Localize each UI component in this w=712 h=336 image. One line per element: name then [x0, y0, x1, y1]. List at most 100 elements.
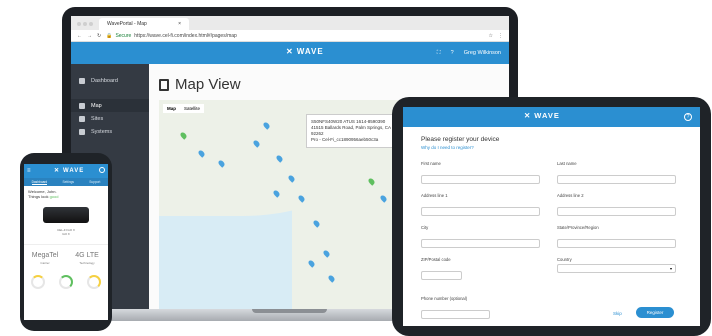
state-field[interactable] [557, 239, 676, 248]
pin-icon [79, 115, 85, 122]
tab-support[interactable]: Support [89, 180, 100, 184]
first-name-field[interactable] [421, 175, 540, 184]
wave-x-icon: ✕ [524, 111, 532, 120]
hamburger-menu-icon[interactable]: ≡ [27, 168, 31, 174]
phone-device: ≡ ✕ WAVE Dashboard Settings Support Welc… [20, 153, 112, 331]
tab-settings[interactable]: Settings [62, 180, 74, 184]
address2-label: Address line 2 [557, 193, 584, 198]
address1-field[interactable] [421, 207, 540, 216]
zip-label: ZIP/Postal code [421, 257, 451, 262]
browser-tab[interactable]: WavePortal - Map × [99, 18, 189, 30]
first-name-label: First name [421, 161, 441, 166]
technology-value: 4G LTE [75, 252, 99, 259]
sidebar-label: Sites [91, 115, 104, 122]
star-icon[interactable]: ☆ [489, 33, 493, 39]
carrier-stat: MegaTel Carrier [25, 252, 65, 265]
fullscreen-icon[interactable]: ⛶ [437, 50, 441, 57]
dashboard-icon [79, 77, 85, 84]
chevron-down-icon: ▾ [669, 266, 672, 271]
browser-toolbar: ← → ↻ 🔒 Secure https://wave.cel-fi.com/i… [71, 30, 509, 42]
user-menu[interactable]: Greg Wilkinson [464, 50, 501, 56]
city-label: City [421, 225, 429, 230]
forward-icon[interactable]: → [87, 33, 92, 39]
map-view-icon [159, 78, 169, 91]
help-icon[interactable]: ? [451, 50, 454, 56]
menu-dots-icon[interactable]: ⋮ [498, 33, 503, 39]
close-tab-icon[interactable]: × [178, 21, 181, 27]
page-title: Map View [159, 76, 499, 93]
status-prefix: Things look [28, 194, 50, 199]
country-select[interactable]: ▾ [557, 264, 676, 273]
window-controls[interactable] [77, 22, 93, 26]
battery-ring [87, 275, 101, 289]
status-line: Things look good [28, 194, 104, 199]
welcome-message: Welcome, John. Things look good [24, 186, 108, 202]
carrier-value: MegaTel [31, 252, 59, 259]
tablet-device: ✕ WAVE ? Please register your device Why… [392, 97, 711, 336]
sidebar-item-dashboard[interactable]: Dashboard [71, 74, 149, 87]
wave-logo[interactable]: ✕ WAVE [286, 47, 324, 56]
back-icon[interactable]: ← [77, 33, 82, 39]
lock-icon: 🔒 [106, 32, 113, 39]
wave-logo[interactable]: ✕ WAVE [524, 111, 560, 120]
logo-text: WAVE [63, 167, 85, 174]
reload-icon[interactable]: ↻ [97, 33, 101, 39]
country-label: Country [557, 257, 572, 262]
wave-x-icon: ✕ [54, 168, 61, 174]
wave-x-icon: ✕ [286, 47, 294, 56]
zip-field[interactable] [421, 271, 462, 280]
address2-field[interactable] [557, 207, 676, 216]
sidebar-label: Map [91, 102, 102, 109]
tab-dashboard[interactable]: Dashboard [31, 180, 48, 185]
address1-label: Address line 1 [421, 193, 448, 198]
state-label: State/Province/Region [557, 225, 599, 230]
logo-text: WAVE [296, 47, 324, 56]
coverage-ring [59, 275, 73, 289]
product-showcase: WavePortal - Map × ← → ↻ 🔒 Secure https:… [0, 0, 712, 336]
sidebar-item-sites[interactable]: Sites [71, 112, 149, 125]
last-name-field[interactable] [557, 175, 676, 184]
city-field[interactable] [421, 239, 540, 248]
help-icon[interactable]: ? [684, 113, 692, 121]
sidebar-item-systems[interactable]: Systems [71, 125, 149, 138]
url-text: https://wave.cel-fi.com/index.html#/page… [134, 32, 237, 39]
phone-field[interactable] [421, 310, 490, 319]
tablet-screen: ✕ WAVE ? Please register your device Why… [403, 107, 700, 326]
logo-text: WAVE [534, 111, 560, 120]
sidebar-item-map[interactable]: Map [71, 99, 149, 112]
register-button[interactable]: Register [636, 307, 674, 318]
status-rings [24, 275, 108, 289]
map-icon [79, 102, 85, 109]
wave-logo[interactable]: ✕ WAVE [54, 167, 85, 175]
map-type-control[interactable]: Map Satellite [163, 104, 205, 113]
tab-title: WavePortal - Map [107, 21, 147, 27]
tablet-header: ✕ WAVE ? [403, 107, 700, 127]
phone-stats: MegaTel Carrier 4G LTE Technology [24, 244, 108, 265]
why-register-link[interactable]: Why do I need to register? [421, 145, 682, 150]
help-icon[interactable] [99, 167, 105, 173]
systems-icon [79, 128, 85, 135]
cel-fi-device-image [43, 207, 89, 223]
technology-label: Technology [79, 261, 95, 265]
address-bar[interactable]: 🔒 Secure https://wave.cel-fi.com/index.h… [106, 33, 483, 39]
popup-line: Pro - Cel-Fi_cc1890956aeb50c3a [311, 137, 379, 142]
sidebar-label: Systems [91, 128, 113, 135]
phone-label: Phone number (optional) [421, 296, 468, 301]
app-header: ✕ WAVE ⛶ ? Greg Wilkinson [71, 42, 509, 64]
technology-stat: 4G LTE Technology [67, 252, 107, 265]
form-title: Please register your device [421, 136, 500, 143]
page-title-text: Map View [175, 76, 241, 93]
carrier-label: Carrier [40, 261, 50, 265]
status-word: good [49, 194, 59, 199]
map-type-map[interactable]: Map [163, 104, 180, 113]
phone-header: ≡ ✕ WAVE [24, 164, 108, 178]
browser-tabstrip: WavePortal - Map × [71, 16, 509, 30]
secure-label: Secure [115, 32, 132, 39]
registration-form: Please register your device Why do I nee… [403, 127, 700, 326]
map-type-satellite[interactable]: Satellite [180, 104, 204, 113]
phone-screen: ≡ ✕ WAVE Dashboard Settings Support Welc… [24, 164, 108, 320]
signal-ring [31, 275, 45, 289]
last-name-label: Last name [557, 161, 577, 166]
skip-link[interactable]: Skip [613, 311, 622, 316]
popup-line: 41515 Ballards Road, Palm Springs, CA [311, 125, 392, 130]
